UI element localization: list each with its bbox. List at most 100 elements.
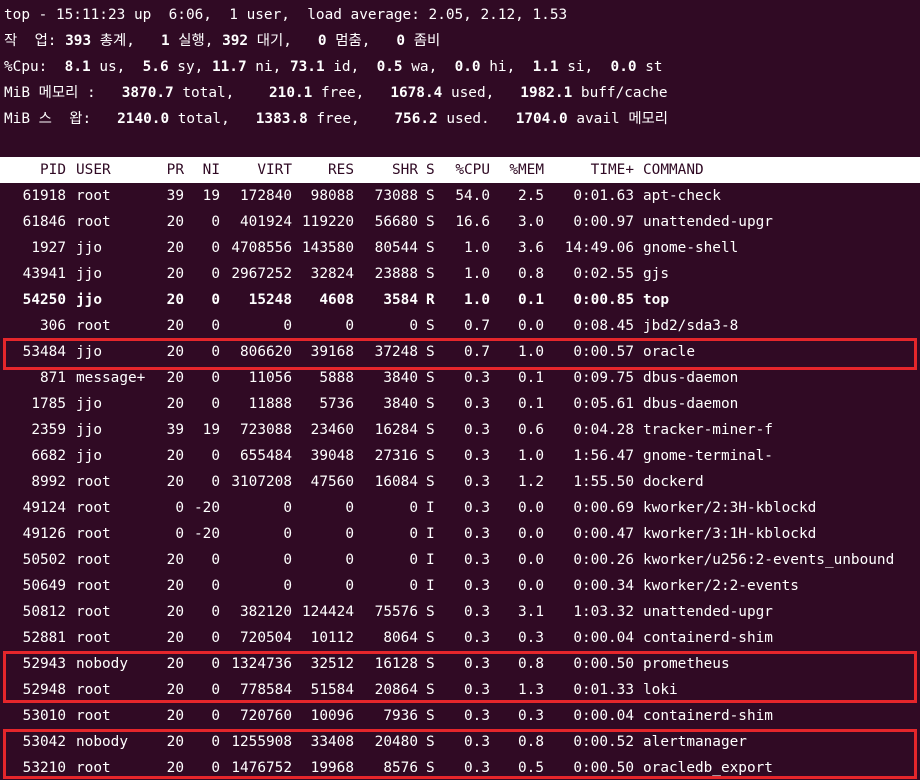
cell-pr: 20 [166,552,184,568]
swap-free: 1383.8 [255,111,308,127]
process-row[interactable]: 1927 jjo 20 0 4708556 143580 80544 S 1.0 3.6 14:49… [0,235,920,261]
header-pr[interactable]: PR [160,157,184,183]
cpu-ni: 11.7 [211,59,247,75]
cell-res: 0 [345,578,354,594]
cell-time: 1:55.50 [573,474,634,490]
cell-res: 0 [345,526,354,542]
cell-mem: 3.0 [518,214,544,230]
summary-uptime-line: top - 15:11:23 up 6:06, 1 user, load ave… [4,7,568,23]
process-row[interactable]: 50502 root 20 0 0 0 0 I 0.3 0.0 0:00.26 kworker/u25… [0,547,920,573]
cell-pid: 61846 [22,214,66,230]
process-row[interactable]: 50649 root 20 0 0 0 0 I 0.3 0.0 0:00.34 kworker/2:2… [0,573,920,599]
process-row[interactable]: 43941 jjo 20 0 2967252 32824 23888 S 1.0 0.8 0:02.… [0,261,920,287]
process-row[interactable]: 6682 jjo 20 0 655484 39048 27316 S 0.3 1.0 1:56.47… [0,443,920,469]
process-row[interactable]: 52881 root 20 0 720504 10112 8064 S 0.3 0.3 0:00.0… [0,625,920,651]
cpu-sy-label: sy, [168,59,212,75]
tasks-running: 1 [160,33,170,49]
cell-pid: 1785 [31,396,66,412]
cell-time: 0:00.26 [573,552,634,568]
cell-time: 0:00.34 [573,578,634,594]
cell-virt: 0 [283,526,292,542]
cell-command: containerd-shim [643,630,773,646]
tasks-total: 393 [65,33,92,49]
header-cpu[interactable]: %CPU [444,157,490,183]
cpu-us: 8.1 [64,59,91,75]
cell-state: I [426,526,435,542]
process-row[interactable]: 49124 root 0 -20 0 0 0 I 0.3 0.0 0:00.69 kworker/2:… [0,495,920,521]
header-mem[interactable]: %MEM [498,157,544,183]
cell-pr: 20 [166,448,184,464]
process-row[interactable]: 1785 jjo 20 0 11888 5736 3840 S 0.3 0.1 0:05.61 dbu… [0,391,920,417]
cell-pid: 54250 [22,292,66,308]
cell-shr: 0 [409,500,418,516]
cell-virt: 0 [283,552,292,568]
cell-state: S [426,474,435,490]
cell-res: 23460 [310,422,354,438]
cell-pr: 0 [175,526,184,542]
cell-pid: 49126 [22,526,66,542]
process-row[interactable]: 49126 root 0 -20 0 0 0 I 0.3 0.0 0:00.47 kworker/3:… [0,521,920,547]
tasks-stopped: 0 [317,33,327,49]
cell-virt: 2967252 [231,266,292,282]
tasks-zombie: 0 [396,33,406,49]
mem-total: 3870.7 [121,85,174,101]
cell-pr: 20 [166,578,184,594]
process-row[interactable]: 61918 root 39 19 172840 98088 73088 S 54.0 2.5 0:0… [0,183,920,209]
process-row[interactable]: 50812 root 20 0 382120 124424 75576 S 0.3 3.1 1:03… [0,599,920,625]
cell-pid: 53010 [22,708,66,724]
cell-shr: 27316 [374,448,418,464]
cell-ni: 0 [211,214,220,230]
cell-state: S [426,448,435,464]
cell-ni: 0 [211,240,220,256]
cell-time: 0:00.69 [573,500,634,516]
cell-state: S [426,240,435,256]
cell-virt: 723088 [240,422,292,438]
process-table-header[interactable]: PID USER PR NI VIRT RES SHR S %CPU %MEM … [0,157,920,183]
cell-state: I [426,578,435,594]
cell-ni: 0 [211,396,220,412]
cell-time: 0:01.63 [573,188,634,204]
process-row[interactable]: 8992 root 20 0 3107208 47560 16084 S 0.3 1.2 1:55.… [0,469,920,495]
cell-state: S [426,214,435,230]
process-row[interactable]: 54250 jjo 20 0 15248 4608 3584 R 1.0 0.1 0:00.85 to… [0,287,920,313]
process-row[interactable]: 306 root 20 0 0 0 0 S 0.7 0.0 0:08.45 jbd2/sda3-8 [0,313,920,339]
cell-pid: 52881 [22,630,66,646]
cell-cpu: 0.3 [464,708,490,724]
cell-shr: 23888 [374,266,418,282]
cpu-sy: 5.6 [142,59,169,75]
cell-shr: 7936 [383,708,418,724]
header-pid[interactable]: PID [0,157,66,183]
cell-mem: 2.5 [518,188,544,204]
header-time[interactable]: TIME+ [550,157,634,183]
cell-state: I [426,500,435,516]
cell-shr: 56680 [374,214,418,230]
cell-virt: 0 [283,318,292,334]
header-res[interactable]: RES [296,157,354,183]
process-row[interactable]: 61846 root 20 0 401924 119220 56680 S 16.6 3.0 0:0… [0,209,920,235]
cell-state: S [426,708,435,724]
header-shr[interactable]: SHR [358,157,418,183]
mem-total-label: total, [173,85,269,101]
tasks-sleeping: 392 [222,33,249,49]
terminal-window[interactable]: top - 15:11:23 up 6:06, 1 user, load ave… [0,0,920,780]
cell-time: 1:03.32 [573,604,634,620]
cpu-st: 0.0 [610,59,637,75]
cell-pr: 20 [166,474,184,490]
cpu-st-label: st [636,59,663,75]
swap-avail-label: avail 메모리 [567,111,669,127]
process-row[interactable]: 53010 root 20 0 720760 10096 7936 S 0.3 0.3 0:00.0… [0,703,920,729]
highlight-box-oracle [3,338,917,370]
cell-user: root [76,526,111,542]
cell-pid: 6682 [31,448,66,464]
header-ni[interactable]: NI [190,157,220,183]
cell-virt: 0 [283,578,292,594]
cell-ni: -20 [194,500,220,516]
header-command[interactable]: COMMAND [643,157,920,183]
process-row[interactable]: 2359 jjo 39 19 723088 23460 16284 S 0.3 0.6 0:04.2… [0,417,920,443]
header-state[interactable]: S [426,157,438,183]
header-user[interactable]: USER [76,157,164,183]
cell-command: kworker/3:1H-kblockd [643,526,817,542]
cell-virt: 382120 [240,604,292,620]
cell-user: jjo [76,422,102,438]
header-virt[interactable]: VIRT [222,157,292,183]
